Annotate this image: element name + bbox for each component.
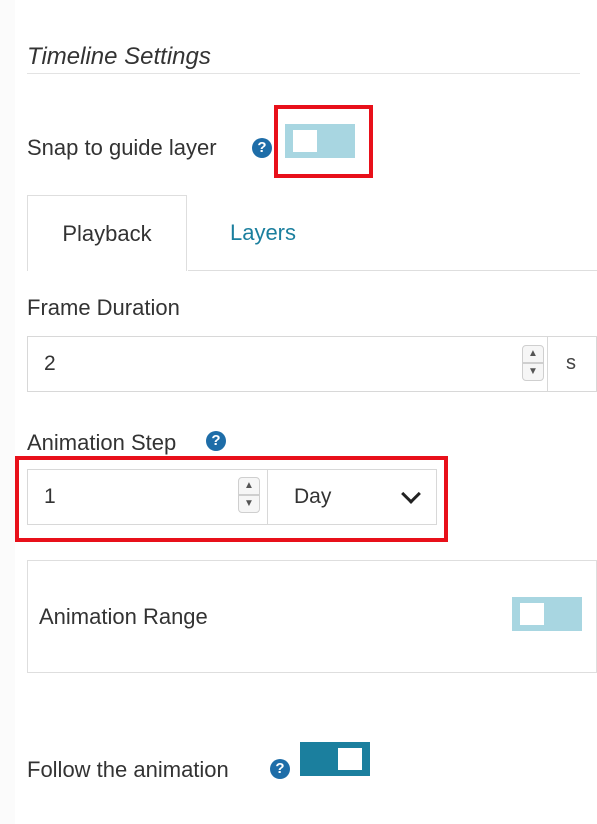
frame-duration-input[interactable]: [27, 336, 548, 392]
frame-duration-unit: s: [566, 352, 576, 374]
frame-duration-label: Frame Duration: [27, 295, 180, 320]
animation-step-value: 1: [44, 485, 56, 508]
follow-animation-toggle[interactable]: [300, 742, 370, 776]
stepper-up-icon[interactable]: ▲: [238, 477, 260, 495]
stepper-down-icon[interactable]: ▼: [238, 495, 260, 513]
toggle-knob: [338, 748, 362, 770]
animation-step-label: Animation Step: [27, 430, 177, 455]
stepper-down-icon[interactable]: ▼: [522, 363, 544, 381]
toggle-knob: [293, 130, 317, 152]
follow-animation-label: Follow the animation: [27, 757, 229, 782]
question-circle-icon[interactable]: ?: [252, 138, 272, 158]
snap-guide-toggle[interactable]: [285, 124, 355, 158]
animation-step-unit-select[interactable]: Day: [267, 469, 437, 525]
animation-range-card: Animation Range: [27, 560, 597, 673]
section-divider: [27, 73, 580, 74]
chevron-down-icon: [401, 484, 421, 504]
snap-guide-label: Snap to guide layer: [27, 135, 217, 160]
tab-bar-divider: [188, 270, 597, 271]
frame-duration-value: 2: [44, 352, 56, 375]
tab-layers[interactable]: Layers: [188, 195, 338, 271]
question-circle-icon[interactable]: ?: [206, 431, 226, 451]
animation-range-toggle[interactable]: [512, 597, 582, 631]
tab-playback[interactable]: Playback: [27, 195, 187, 271]
toggle-knob: [520, 603, 544, 625]
question-circle-icon[interactable]: ?: [270, 759, 290, 779]
animation-range-label: Animation Range: [39, 604, 208, 629]
stepper-up-icon[interactable]: ▲: [522, 345, 544, 363]
select-value: Day: [294, 485, 332, 508]
animation-step-input[interactable]: [27, 469, 268, 525]
timeline-settings-panel: Timeline Settings Snap to guide layer ? …: [0, 0, 597, 824]
section-title: Timeline Settings: [27, 43, 211, 70]
